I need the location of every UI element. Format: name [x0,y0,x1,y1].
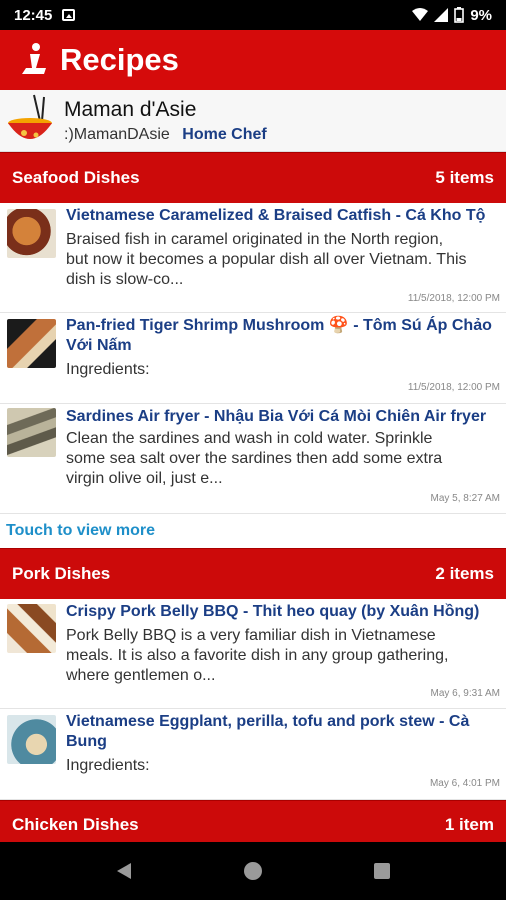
recipe-date: 11/5/2018, 12:00 PM [407,293,500,304]
profile-handle: :)MamanDAsie [64,125,170,143]
section-title: Seafood Dishes [12,168,140,187]
recipe-item[interactable]: Crispy Pork Belly BBQ - Thit heo quay (b… [0,599,506,709]
signal-icon [434,8,449,22]
recipe-description: Ingredients: [66,361,150,378]
recipe-thumbnail [7,715,56,764]
section-title: Chicken Dishes [12,815,139,834]
recipe-description: Pork Belly BBQ is a very familiar dish i… [66,627,449,684]
section-header-seafood[interactable]: Seafood Dishes 5 items [0,152,506,203]
nav-recents-button[interactable] [362,851,402,891]
view-more-link[interactable]: Touch to view more [0,514,506,548]
recipe-description: Ingredients: [66,757,150,774]
profile-name: Maman d'Asie [64,97,197,121]
status-indicators: 9% [412,7,492,24]
chef-logo-icon [22,43,46,74]
home-circle-icon [243,862,262,880]
system-nav-bar [0,842,506,900]
recipe-description: Braised fish in caramel originated in th… [66,231,467,288]
section-count: 2 items [435,564,494,583]
image-notification-icon [62,9,76,21]
app-bar: Recipes [0,30,506,90]
recipe-thumbnail [7,408,56,457]
recipe-date: May 6, 9:31 AM [430,688,500,699]
wifi-icon [412,8,429,21]
noodle-bowl-icon [8,94,52,139]
recents-square-icon [373,863,390,879]
nav-home-button[interactable] [233,851,273,891]
section-header-pork[interactable]: Pork Dishes 2 items [0,548,506,599]
profile-role[interactable]: Home Chef [182,126,266,143]
section-title: Pork Dishes [12,564,111,583]
recipe-title: Pan-fried Tiger Shrimp Mushroom 🍄 - Tôm … [66,317,492,354]
recipe-date: May 6, 4:01 PM [429,778,500,789]
app-title: Recipes [60,42,179,77]
status-time: 12:45 [14,6,53,24]
back-triangle-icon [117,863,132,879]
profile-text: Maman d'Asie :)MamanDAsie Home Chef [64,98,267,144]
section-count: 1 item [444,815,494,834]
recipe-item[interactable]: Sardines Air fryer - Nhậu Bia Với Cá Mòi… [0,404,506,514]
recipe-description: Clean the sardines and wash in cold wate… [66,430,443,487]
recipe-title: Vietnamese Eggplant, perilla, tofu and p… [66,713,470,750]
profile-subline: :)MamanDAsie Home Chef [64,126,267,144]
recipe-title: Crispy Pork Belly BBQ - Thit heo quay (b… [66,603,480,620]
section-header-chicken[interactable]: Chicken Dishes 1 item [0,800,506,842]
recipe-item[interactable]: Vietnamese Caramelized & Braised Catfish… [0,203,506,313]
battery-icon [454,7,465,23]
recipe-date: May 5, 8:27 AM [430,493,500,504]
nav-back-button[interactable] [104,851,144,891]
recipe-title: Vietnamese Caramelized & Braised Catfish… [66,207,486,224]
status-bar: 12:45 9% [0,0,506,30]
recipe-title: Sardines Air fryer - Nhậu Bia Với Cá Mòi… [66,408,487,425]
recipe-thumbnail [7,209,56,258]
section-count: 5 items [435,168,494,187]
profile-card[interactable]: Maman d'Asie :)MamanDAsie Home Chef [0,90,506,152]
recipe-item[interactable]: Pan-fried Tiger Shrimp Mushroom 🍄 - Tôm … [0,313,506,404]
recipe-date: 11/5/2018, 12:00 PM [407,382,500,393]
recipe-thumbnail [7,319,56,368]
recipe-item[interactable]: Vietnamese Eggplant, perilla, tofu and p… [0,709,506,800]
battery-percent: 9% [470,6,492,24]
recipe-thumbnail [7,604,56,653]
